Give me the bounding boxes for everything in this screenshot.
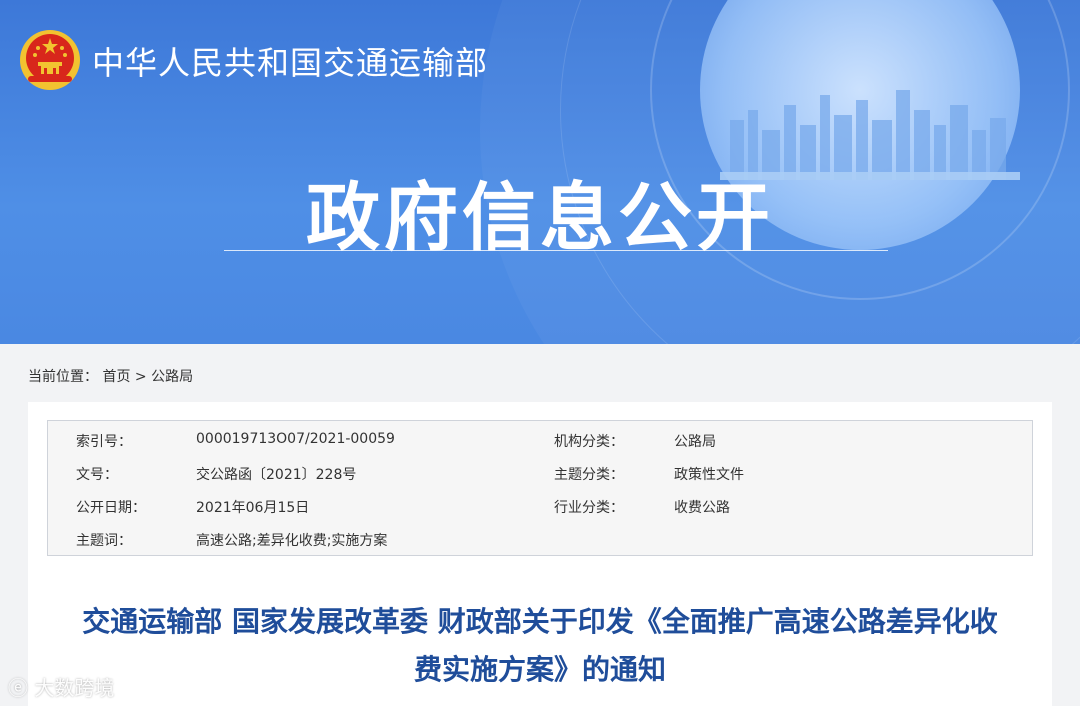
title-divider bbox=[224, 250, 888, 251]
ministry-name[interactable]: 中华人民共和国交通运输部 bbox=[92, 38, 488, 84]
topic-category-value: 政策性文件 bbox=[674, 467, 744, 483]
document-card: 索引号： 000019713O07/2021-00059 机构分类： 公路局 文… bbox=[28, 402, 1052, 706]
metadata-row: 公开日期： 2021年06月15日 行业分类： 收费公路 bbox=[48, 489, 1032, 522]
publish-date-label: 公开日期： bbox=[76, 500, 146, 516]
agency-category-value: 公路局 bbox=[674, 434, 716, 450]
keywords-value: 高速公路;差异化收费;实施方案 bbox=[196, 533, 388, 549]
watermark-logo-icon: ⓔ bbox=[8, 676, 35, 700]
metadata-row: 主题词： 高速公路;差异化收费;实施方案 bbox=[48, 522, 1032, 555]
document-number-value: 交公路函〔2021〕228号 bbox=[196, 467, 357, 483]
publish-date-value: 2021年06月15日 bbox=[196, 500, 310, 516]
keywords-label: 主题词： bbox=[76, 533, 132, 549]
breadcrumb: 当前位置： 首页 > 公路局 bbox=[28, 366, 193, 386]
topic-category-label: 主题分类： bbox=[554, 467, 624, 483]
breadcrumb-current-link[interactable]: 公路局 bbox=[151, 369, 193, 385]
document-title-line: 交通运输部 国家发展改革委 财政部关于印发《全面推广高速公路差异化收 bbox=[82, 605, 998, 638]
agency-category-label: 机构分类： bbox=[554, 434, 624, 450]
header-banner: 中华人民共和国交通运输部 政府信息公开 bbox=[0, 0, 1080, 344]
metadata-row: 文号： 交公路函〔2021〕228号 主题分类： 政策性文件 bbox=[48, 456, 1032, 489]
breadcrumb-prefix: 当前位置： bbox=[28, 369, 98, 385]
document-title: 交通运输部 国家发展改革委 财政部关于印发《全面推广高速公路差异化收 费实施方案… bbox=[28, 598, 1052, 694]
breadcrumb-separator: > bbox=[134, 369, 147, 385]
breadcrumb-home-link[interactable]: 首页 bbox=[102, 369, 130, 385]
industry-category-label: 行业分类： bbox=[554, 500, 624, 516]
index-number-label: 索引号： bbox=[76, 434, 132, 450]
industry-category-value: 收费公路 bbox=[674, 500, 730, 516]
national-emblem-icon bbox=[20, 30, 80, 90]
watermark-text: 大数跨境 bbox=[34, 676, 115, 700]
document-number-label: 文号： bbox=[76, 467, 118, 483]
index-number-value: 000019713O07/2021-00059 bbox=[196, 431, 395, 447]
section-title: 政府信息公开 bbox=[306, 175, 774, 261]
metadata-table: 索引号： 000019713O07/2021-00059 机构分类： 公路局 文… bbox=[47, 420, 1033, 556]
metadata-row: 索引号： 000019713O07/2021-00059 机构分类： 公路局 bbox=[48, 423, 1032, 456]
watermark: ⓔ 大数跨境 bbox=[8, 672, 114, 701]
document-title-line: 费实施方案》的通知 bbox=[413, 653, 666, 686]
